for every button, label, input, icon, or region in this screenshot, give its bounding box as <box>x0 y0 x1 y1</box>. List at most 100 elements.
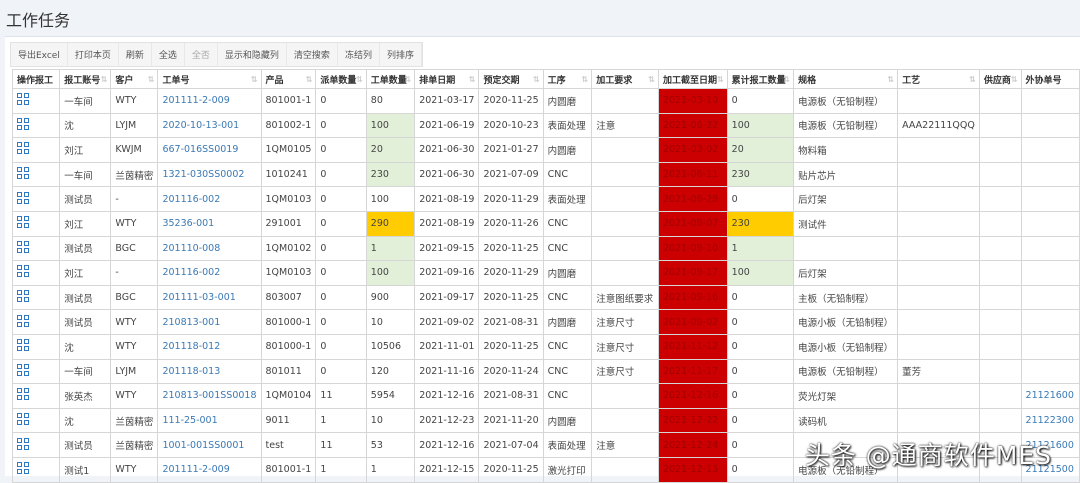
cell-3[interactable]: 35236-001 <box>157 210 262 237</box>
sort-icon[interactable]: ⇅ <box>648 75 655 84</box>
qr-code-icon[interactable] <box>17 191 29 204</box>
sort-icon[interactable]: ⇅ <box>533 75 540 84</box>
clear-search-button[interactable]: 清空搜索 <box>287 43 338 66</box>
cell-3[interactable]: 201110-008 <box>157 235 262 262</box>
column-header[interactable]: 规格 ⇅ <box>793 69 899 89</box>
cell-6: 100 <box>365 260 416 286</box>
column-header[interactable]: 客户 ⇅ <box>110 69 159 89</box>
select-none-button[interactable]: 全否 <box>185 43 218 66</box>
cell-3[interactable]: 2020-10-13-001 <box>157 112 262 139</box>
sort-icon[interactable]: ⇅ <box>306 75 313 84</box>
cell-16[interactable] <box>1020 112 1080 139</box>
sort-icon[interactable]: ⇅ <box>717 75 724 84</box>
column-header[interactable]: 预定交期 ⇅ <box>478 69 544 89</box>
cell-16[interactable] <box>1020 260 1080 286</box>
cell-16[interactable] <box>1020 137 1080 163</box>
cell-16[interactable] <box>1020 235 1080 262</box>
cell-10: 注意 <box>591 112 659 139</box>
cell-16[interactable] <box>1020 88 1080 114</box>
qr-code-icon[interactable] <box>17 462 29 475</box>
cell-7: 2021-06-30 <box>414 161 480 188</box>
sort-icon[interactable]: ⇅ <box>405 75 412 84</box>
cell-3[interactable]: 111-25-001 <box>157 407 262 434</box>
print-page-button[interactable]: 打印本页 <box>68 43 119 66</box>
cell-3[interactable]: 1321-030SS0002 <box>157 161 262 188</box>
column-header[interactable]: 工序 ⇅ <box>542 69 593 89</box>
column-header[interactable]: 工单数量 ⇅ <box>365 69 416 89</box>
qr-code-icon[interactable] <box>17 314 29 327</box>
qr-code-icon[interactable] <box>17 142 29 155</box>
column-header[interactable]: 加工截至日期 ⇅ <box>657 69 728 89</box>
freeze-columns-button[interactable]: 冻结列 <box>338 43 380 66</box>
cell-3[interactable]: 201118-012 <box>157 333 262 360</box>
sort-icon[interactable]: ⇅ <box>469 75 476 84</box>
sort-icon[interactable]: ⇅ <box>101 75 108 84</box>
cell-16[interactable]: 21122300 <box>1020 407 1080 434</box>
cell-3[interactable]: 210813-001 <box>157 309 262 335</box>
report-work-cell <box>11 333 61 360</box>
column-header[interactable]: 加工要求 ⇅ <box>591 69 659 89</box>
cell-16[interactable]: 21121600 <box>1020 383 1080 409</box>
cell-16[interactable] <box>1020 161 1080 188</box>
sort-icon[interactable]: ⇅ <box>887 75 894 84</box>
column-header[interactable]: 报工账号 ⇅ <box>59 69 112 89</box>
column-header[interactable]: 工艺 ⇅ <box>897 69 980 89</box>
table-row: 测试员 BGC 201110-008 1QM0102 0 1 2021-09-15 2020-… <box>11 235 1080 262</box>
cell-16[interactable] <box>1020 186 1080 212</box>
sort-icon[interactable]: ⇅ <box>969 75 976 84</box>
cell-3[interactable]: 1001-001SS0001 <box>157 432 262 458</box>
sort-icon[interactable]: ⇅ <box>783 75 790 84</box>
column-header[interactable]: 派单数量 ⇅ <box>315 69 367 89</box>
cell-16[interactable] <box>1020 284 1080 311</box>
qr-code-icon[interactable] <box>17 339 29 352</box>
column-header[interactable]: 供应商 ⇅ <box>978 69 1022 89</box>
export-excel-button[interactable]: 导出Excel <box>11 43 68 66</box>
qr-code-icon[interactable] <box>17 265 29 278</box>
qr-code-icon[interactable] <box>17 93 29 106</box>
qr-code-icon[interactable] <box>17 437 29 450</box>
qr-code-icon[interactable] <box>17 216 29 229</box>
cell-3[interactable]: 201111-2-009 <box>157 456 262 483</box>
qr-code-icon[interactable] <box>17 290 29 303</box>
cell-2: LYJM <box>110 358 159 385</box>
cell-14: AAA22111QQQ <box>897 112 980 139</box>
qr-code-icon[interactable] <box>17 363 29 376</box>
cell-3[interactable]: 201111-2-009 <box>157 88 262 114</box>
cell-8: 2020-11-25 <box>478 88 544 114</box>
sort-icon[interactable]: ⇅ <box>356 75 363 84</box>
column-header[interactable]: 累计报工数量 ⇅ <box>726 69 795 89</box>
select-all-button[interactable]: 全选 <box>152 43 185 66</box>
sort-icon[interactable]: ⇅ <box>148 75 155 84</box>
cell-3[interactable]: 201111-03-001 <box>157 284 262 311</box>
cell-16[interactable] <box>1020 309 1080 335</box>
qr-code-icon[interactable] <box>17 167 29 180</box>
sort-icon[interactable]: ⇅ <box>581 75 588 84</box>
qr-code-icon[interactable] <box>17 240 29 253</box>
sort-columns-button[interactable]: 列排序 <box>380 43 422 66</box>
cell-3[interactable]: 201116-002 <box>157 260 262 286</box>
sort-icon[interactable]: ⇅ <box>1011 75 1018 84</box>
column-header[interactable]: 工单号 ⇅ <box>157 69 262 89</box>
cell-3[interactable]: 201116-002 <box>157 186 262 212</box>
qr-code-icon[interactable] <box>17 388 29 401</box>
cell-16[interactable] <box>1020 210 1080 237</box>
qr-code-icon[interactable] <box>17 117 29 130</box>
cell-3[interactable]: 201118-013 <box>157 358 262 385</box>
cell-13: 电源板（无铅制程） <box>793 112 899 139</box>
cell-4: 801000-1 <box>260 309 317 335</box>
column-header[interactable]: 产品 ⇅ <box>260 69 317 89</box>
report-work-cell <box>11 383 61 409</box>
qr-code-icon[interactable] <box>17 413 29 426</box>
cell-3[interactable]: 667-016SS0019 <box>157 137 262 163</box>
cell-11: 2021-12-16 <box>657 383 728 409</box>
toggle-columns-button[interactable]: 显示和隐藏列 <box>218 43 287 66</box>
refresh-button[interactable]: 刷新 <box>119 43 152 66</box>
cell-16[interactable] <box>1020 333 1080 360</box>
column-header[interactable]: 操作报工 <box>11 69 61 89</box>
sort-icon[interactable]: ⇅ <box>251 75 258 84</box>
cell-13: 读码机 <box>793 407 899 434</box>
cell-16[interactable] <box>1020 358 1080 385</box>
cell-3[interactable]: 210813-001SS0018 <box>157 383 262 409</box>
column-header[interactable]: 外协单号 <box>1020 69 1080 89</box>
column-header[interactable]: 排单日期 ⇅ <box>414 69 480 89</box>
